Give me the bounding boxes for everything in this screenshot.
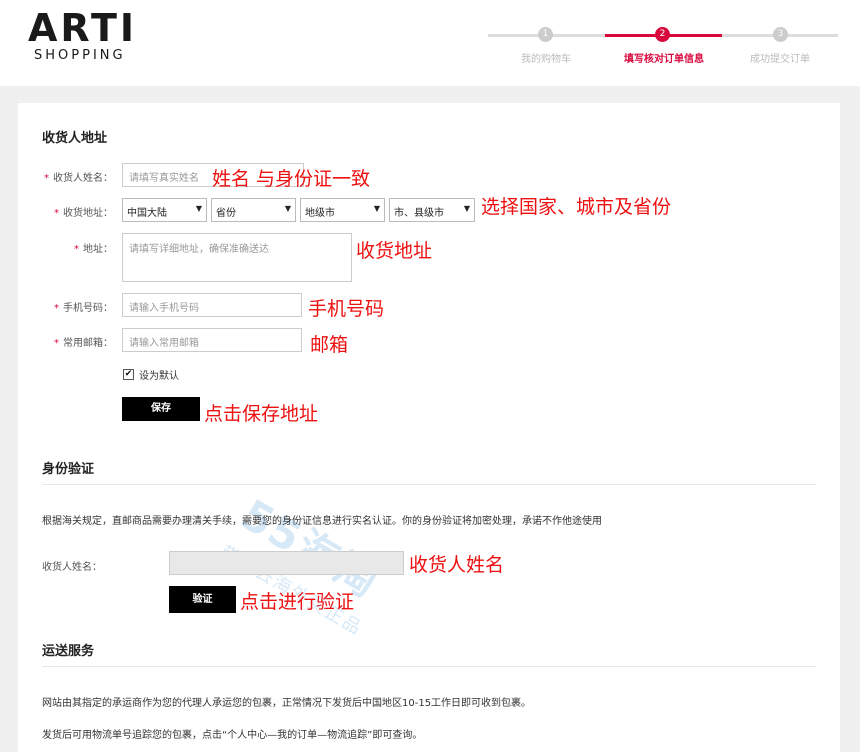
annotation-id-name: 收货人姓名 xyxy=(409,554,505,576)
country-value: 中国大陆 xyxy=(127,208,167,219)
default-checkbox[interactable]: ✔ xyxy=(123,369,134,380)
step-3-dot: 3 xyxy=(773,27,788,42)
shipping-line-1: 网站由其指定的承运商作为您的代理人承运您的包裹，正常情况下发货后中国地区10-1… xyxy=(42,698,532,709)
phone-label-text: 手机号码： xyxy=(63,303,113,314)
chevron-down-icon: ▼ xyxy=(373,204,380,213)
country-select[interactable]: 中国大陆 ▼ xyxy=(122,198,207,222)
name-label-text: 收货人姓名： xyxy=(53,173,113,184)
city-value: 地级市 xyxy=(305,208,335,219)
step-1-dot: 1 xyxy=(538,27,553,42)
annotation-address: 收货地址 xyxy=(356,240,433,262)
logo-sub-text: SHOPPING xyxy=(34,48,126,63)
email-input[interactable]: 请输入常用邮箱 xyxy=(122,328,302,352)
logo[interactable]: ARTI SHOPPING xyxy=(28,8,158,64)
identity-section-title: 身份验证 xyxy=(42,462,95,477)
region-label: * 收货地址： xyxy=(54,208,113,219)
identity-description: 根据海关规定，直邮商品需要办理清关手续，需要您的身份证信息进行实名认证。你的身份… xyxy=(42,516,602,527)
chevron-down-icon: ▼ xyxy=(195,204,202,213)
checkout-panel: 55海淘 带你去海外买正品 收货人地址 * 收货人姓名： 请填写真实姓名 姓名 与… xyxy=(18,103,840,752)
address-detail-textarea[interactable]: 请填写详细地址，确保准确送达 xyxy=(122,233,352,282)
shipping-line-2: 发货后可用物流单号追踪您的包裹，点击“个人中心—我的订单—物流追踪”即可查询。 xyxy=(42,730,423,741)
shipping-section-title: 运送服务 xyxy=(42,644,95,659)
step-1-label: 我的购物车 xyxy=(521,54,571,65)
step-2-dot: 2 xyxy=(655,27,670,42)
city-select[interactable]: 地级市 ▼ xyxy=(300,198,385,222)
district-value: 市、县级市 xyxy=(394,208,444,219)
step-3-label: 成功提交订单 xyxy=(750,54,810,65)
phone-label: * 手机号码： xyxy=(54,303,113,314)
phone-input[interactable]: 请输入手机号码 xyxy=(122,293,302,317)
header: ARTI SHOPPING 1 2 3 我的购物车 填写核对订单信息 成功提交订… xyxy=(0,0,860,86)
verify-button[interactable]: 验证 xyxy=(169,586,236,613)
email-label: * 常用邮箱： xyxy=(54,338,113,349)
email-label-text: 常用邮箱： xyxy=(63,338,113,349)
default-label: 设为默认 xyxy=(139,371,179,382)
address-section-title: 收货人地址 xyxy=(42,131,108,146)
checkout-steps: 1 2 3 我的购物车 填写核对订单信息 成功提交订单 xyxy=(488,26,838,66)
annotation-verify: 点击进行验证 xyxy=(240,591,355,613)
annotation-save: 点击保存地址 xyxy=(204,403,319,425)
step-2-label: 填写核对订单信息 xyxy=(624,54,704,65)
district-select[interactable]: 市、县级市 ▼ xyxy=(389,198,475,222)
province-select[interactable]: 省份 ▼ xyxy=(211,198,296,222)
detail-label-text: 地址： xyxy=(83,244,113,255)
chevron-down-icon: ▼ xyxy=(463,204,470,213)
region-label-text: 收货地址： xyxy=(63,208,113,219)
save-button[interactable]: 保存 xyxy=(122,397,200,421)
chevron-down-icon: ▼ xyxy=(284,204,291,213)
name-label: * 收货人姓名： xyxy=(44,173,113,184)
identity-name-label: 收货人姓名： xyxy=(42,562,102,573)
annotation-email: 邮箱 xyxy=(310,334,349,356)
identity-divider xyxy=(42,484,816,485)
shipping-divider xyxy=(42,666,816,667)
annotation-region: 选择国家、城市及省份 xyxy=(481,196,672,218)
detail-label: * 地址： xyxy=(74,244,113,255)
identity-name-input[interactable] xyxy=(169,551,404,575)
annotation-name: 姓名 与身份证一致 xyxy=(212,168,371,190)
logo-main-text: ARTI xyxy=(28,6,138,50)
annotation-phone: 手机号码 xyxy=(308,298,385,320)
province-value: 省份 xyxy=(216,208,236,219)
